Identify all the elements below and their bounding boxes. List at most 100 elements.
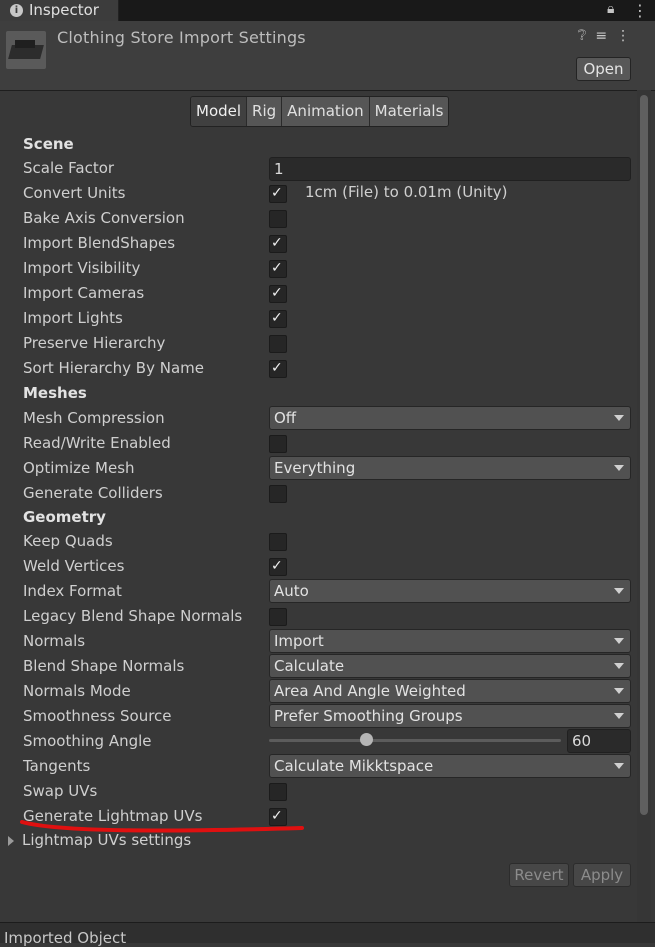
checkmark-icon: ✓	[271, 558, 283, 574]
checkmark-icon: ✓	[271, 285, 283, 301]
tab-animation[interactable]: Animation	[282, 97, 370, 126]
mesh-compression-value: Off	[274, 409, 297, 427]
checkbox-import-lights[interactable]: ✓	[269, 310, 287, 328]
lock-icon[interactable]: 🔒︎	[607, 1, 614, 17]
lightmap-uvs-foldout[interactable]: Lightmap UVs settings	[8, 831, 191, 849]
settings-sliders-icon[interactable]: ≡	[595, 28, 607, 44]
checkmark-icon: ✓	[271, 360, 283, 376]
section-geometry: Geometry	[23, 508, 106, 526]
scale-factor-value: 1	[274, 160, 284, 178]
chevron-down-icon	[614, 588, 624, 594]
checkbox-weld-vertices[interactable]: ✓	[269, 558, 287, 576]
checkbox-legacy-blend[interactable]	[269, 608, 287, 626]
tangents-value: Calculate Mikktspace	[274, 757, 434, 775]
checkbox-import-blendshapes[interactable]: ✓	[269, 235, 287, 253]
normals-dropdown[interactable]: Import	[269, 629, 631, 653]
open-button[interactable]: Open	[576, 57, 631, 81]
label-swap-uvs: Swap UVs	[23, 782, 98, 800]
label-read-write: Read/Write Enabled	[23, 434, 171, 452]
chevron-down-icon	[614, 663, 624, 669]
checkmark-icon: ✓	[271, 310, 283, 326]
smoothing-angle-slider-handle[interactable]	[360, 733, 374, 746]
label-import-blendshapes: Import BlendShapes	[23, 234, 176, 252]
normals-mode-dropdown[interactable]: Area And Angle Weighted	[269, 679, 631, 703]
inspector-tab-bar: i Inspector 🔒︎ ⋮	[0, 0, 655, 21]
asset-header: Clothing Store Import Settings ❔︎ ≡ ⋮ Open	[0, 21, 655, 91]
smoothing-angle-input[interactable]: 60	[567, 729, 631, 753]
index-format-dropdown[interactable]: Auto	[269, 579, 631, 603]
checkbox-bake-axis[interactable]	[269, 210, 287, 228]
smoothness-source-value: Prefer Smoothing Groups	[274, 707, 463, 725]
lightmap-uvs-foldout-label: Lightmap UVs settings	[22, 831, 192, 849]
footer-panel: Imported Object	[0, 922, 655, 947]
label-normals-mode: Normals Mode	[23, 682, 131, 700]
page-title: Clothing Store Import Settings	[57, 28, 306, 47]
help-icon[interactable]: ❔︎	[578, 28, 586, 44]
tab-materials[interactable]: Materials	[369, 97, 449, 126]
label-convert-units: Convert Units	[23, 184, 126, 202]
checkbox-convert-units[interactable]: ✓	[269, 185, 287, 203]
checkmark-icon: ✓	[271, 260, 283, 276]
chevron-down-icon	[614, 415, 624, 421]
chevron-down-icon	[614, 688, 624, 694]
scrollbar-thumb[interactable]	[640, 95, 648, 815]
mesh-compression-dropdown[interactable]: Off	[269, 406, 631, 430]
checkbox-swap-uvs[interactable]	[269, 783, 287, 801]
tab-model[interactable]: Model	[191, 97, 248, 126]
tab-inspector[interactable]: i Inspector	[0, 0, 119, 21]
info-icon: i	[10, 4, 23, 17]
label-normals: Normals	[23, 632, 86, 650]
blend-shape-normals-value: Calculate	[274, 657, 345, 675]
chevron-down-icon	[614, 638, 624, 644]
checkbox-keep-quads[interactable]	[269, 533, 287, 551]
optimize-mesh-value: Everything	[274, 459, 356, 477]
convert-units-note: 1cm (File) to 0.01m (Unity)	[305, 183, 508, 201]
chevron-right-icon	[8, 835, 14, 846]
section-scene: Scene	[23, 135, 74, 153]
checkmark-icon: ✓	[271, 185, 283, 201]
label-scale-factor: Scale Factor	[23, 159, 115, 177]
label-import-visibility: Import Visibility	[23, 259, 141, 277]
footer-label: Imported Object	[4, 929, 127, 947]
tab-rig[interactable]: Rig	[247, 97, 283, 126]
apply-button[interactable]: Apply	[573, 863, 631, 887]
revert-button[interactable]: Revert	[509, 863, 569, 887]
smoothing-angle-slider[interactable]	[269, 739, 561, 742]
tangents-dropdown[interactable]: Calculate Mikktspace	[269, 754, 631, 778]
normals-mode-value: Area And Angle Weighted	[274, 682, 466, 700]
checkbox-read-write[interactable]	[269, 435, 287, 453]
checkbox-sort-hierarchy[interactable]: ✓	[269, 360, 287, 378]
label-index-format: Index Format	[23, 582, 122, 600]
scale-factor-input[interactable]: 1	[269, 157, 631, 181]
index-format-value: Auto	[274, 582, 309, 600]
smoothness-source-dropdown[interactable]: Prefer Smoothing Groups	[269, 704, 631, 728]
label-mesh-compression: Mesh Compression	[23, 409, 165, 427]
label-import-lights: Import Lights	[23, 309, 123, 327]
checkmark-icon: ✓	[271, 235, 283, 251]
optimize-mesh-dropdown[interactable]: Everything	[269, 456, 631, 480]
chevron-down-icon	[614, 713, 624, 719]
label-weld-vertices: Weld Vertices	[23, 557, 125, 575]
asset-thumbnail	[6, 31, 46, 69]
mode-tabs: Model Rig Animation Materials	[190, 96, 450, 127]
label-generate-colliders: Generate Colliders	[23, 484, 163, 502]
label-smoothing-angle: Smoothing Angle	[23, 732, 152, 750]
chevron-down-icon	[614, 465, 624, 471]
smoothing-angle-value: 60	[572, 732, 592, 750]
header-icons: ❔︎ ≡ ⋮	[578, 28, 639, 44]
checkbox-generate-colliders[interactable]	[269, 485, 287, 503]
label-blend-shape-normals: Blend Shape Normals	[23, 657, 185, 675]
label-smoothness-source: Smoothness Source	[23, 707, 172, 725]
label-preserve-hierarchy: Preserve Hierarchy	[23, 334, 166, 352]
label-keep-quads: Keep Quads	[23, 532, 113, 550]
label-legacy-blend: Legacy Blend Shape Normals	[23, 607, 243, 625]
kebab-menu-icon[interactable]: ⋮	[616, 28, 630, 44]
checkbox-preserve-hierarchy[interactable]	[269, 335, 287, 353]
checkbox-import-visibility[interactable]: ✓	[269, 260, 287, 278]
tab-inspector-label: Inspector	[29, 1, 99, 19]
label-bake-axis: Bake Axis Conversion	[23, 209, 185, 227]
checkbox-import-cameras[interactable]: ✓	[269, 285, 287, 303]
kebab-menu-icon[interactable]: ⋮	[632, 0, 648, 21]
label-tangents: Tangents	[23, 757, 91, 775]
blend-shape-normals-dropdown[interactable]: Calculate	[269, 654, 631, 678]
